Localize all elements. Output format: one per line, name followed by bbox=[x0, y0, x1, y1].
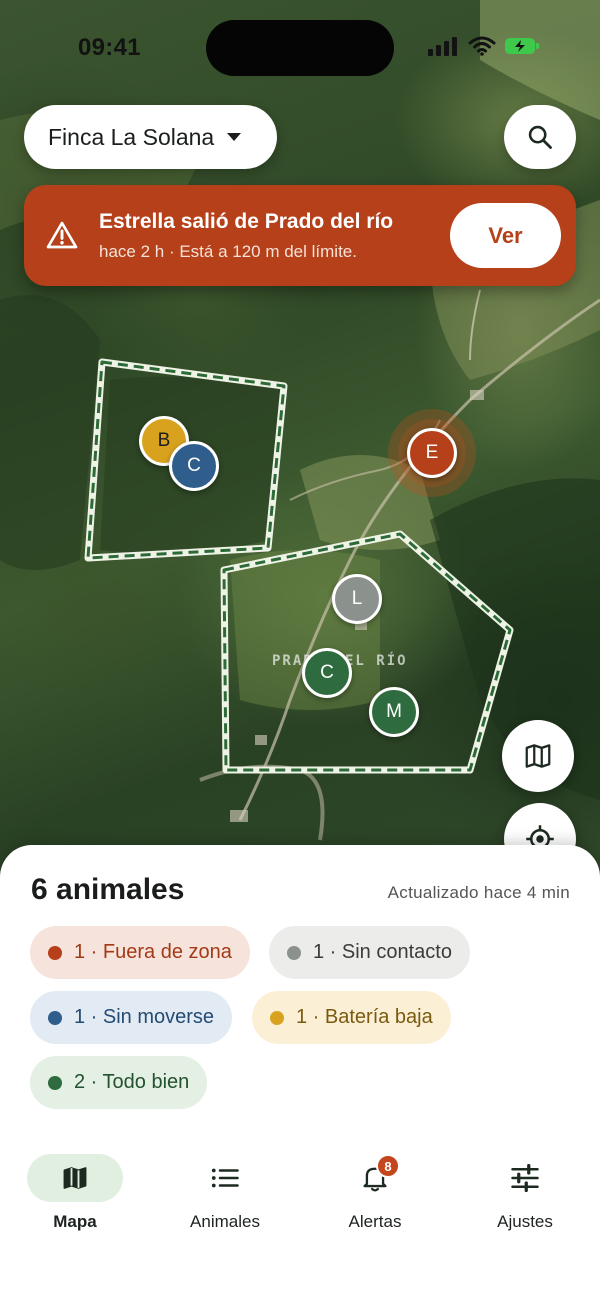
signal-icon bbox=[428, 37, 457, 56]
warning-icon bbox=[46, 221, 78, 249]
search-button[interactable] bbox=[504, 105, 576, 169]
animal-marker[interactable]: C bbox=[302, 648, 352, 698]
status-bar: 09:41 bbox=[0, 0, 600, 96]
alerts-badge: 8 bbox=[376, 1154, 400, 1178]
status-dot bbox=[48, 945, 62, 960]
alert-title: Estrella salió de Prado del río bbox=[99, 210, 394, 233]
tab-map[interactable]: Mapa bbox=[10, 1153, 140, 1243]
alert-banner[interactable]: Estrella salió de Prado del río hace 2 h… bbox=[24, 185, 576, 286]
map-icon bbox=[525, 744, 551, 768]
status-dot bbox=[287, 945, 301, 960]
caret-down-icon bbox=[227, 133, 242, 141]
tab-alerts[interactable]: 8 Alertas bbox=[310, 1153, 440, 1243]
last-updated: Actualizado hace 4 min bbox=[387, 883, 570, 902]
map-icon bbox=[63, 1167, 87, 1189]
filter-chip-all-good[interactable]: 2 · Todo bien bbox=[30, 1056, 208, 1109]
farm-selector[interactable]: Finca La Solana bbox=[24, 105, 277, 169]
chip-label: 2 · Todo bien bbox=[74, 1071, 190, 1093]
tab-label: Alertas bbox=[348, 1212, 402, 1231]
animal-marker[interactable]: E bbox=[407, 428, 457, 478]
alert-view-button[interactable]: Ver bbox=[450, 203, 561, 268]
sliders-icon bbox=[511, 1164, 539, 1192]
tab-label: Mapa bbox=[53, 1212, 97, 1231]
chip-label: 1 · Batería baja bbox=[296, 1006, 433, 1028]
filter-chip-out-of-zone[interactable]: 1 · Fuera de zona bbox=[30, 926, 250, 979]
status-dot bbox=[48, 1010, 62, 1025]
chip-label: 1 · Sin contacto bbox=[313, 941, 452, 963]
map-layers-button[interactable] bbox=[502, 720, 574, 792]
tab-settings[interactable]: Ajustes bbox=[460, 1153, 590, 1243]
status-time: 09:41 bbox=[78, 34, 141, 61]
chip-label: 1 · Fuera de zona bbox=[74, 941, 232, 963]
alert-subtitle: hace 2 h · Está a 120 m del límite. bbox=[99, 242, 357, 261]
filter-chip-no-contact[interactable]: 1 · Sin contacto bbox=[269, 926, 470, 979]
list-icon bbox=[211, 1168, 239, 1188]
status-dot bbox=[48, 1075, 62, 1090]
chip-label: 1 · Sin moverse bbox=[74, 1006, 215, 1028]
animal-marker[interactable]: C bbox=[169, 441, 219, 491]
filter-chip-not-moving[interactable]: 1 · Sin moverse bbox=[30, 991, 233, 1044]
animal-marker[interactable]: M bbox=[369, 687, 419, 737]
battery-charging-icon bbox=[505, 38, 539, 54]
status-dot bbox=[270, 1010, 284, 1025]
tab-label: Ajustes bbox=[497, 1212, 553, 1231]
filter-chip-battery-low[interactable]: 1 · Batería baja bbox=[252, 991, 451, 1044]
search-icon bbox=[528, 125, 552, 149]
dynamic-island bbox=[206, 20, 394, 76]
wifi-icon bbox=[468, 36, 496, 56]
animal-marker[interactable]: L bbox=[332, 574, 382, 624]
farm-name: Finca La Solana bbox=[48, 123, 215, 150]
tab-label: Animales bbox=[190, 1212, 260, 1231]
animals-count-title: 6 animales bbox=[31, 873, 185, 906]
tab-animals[interactable]: Animales bbox=[160, 1153, 290, 1243]
